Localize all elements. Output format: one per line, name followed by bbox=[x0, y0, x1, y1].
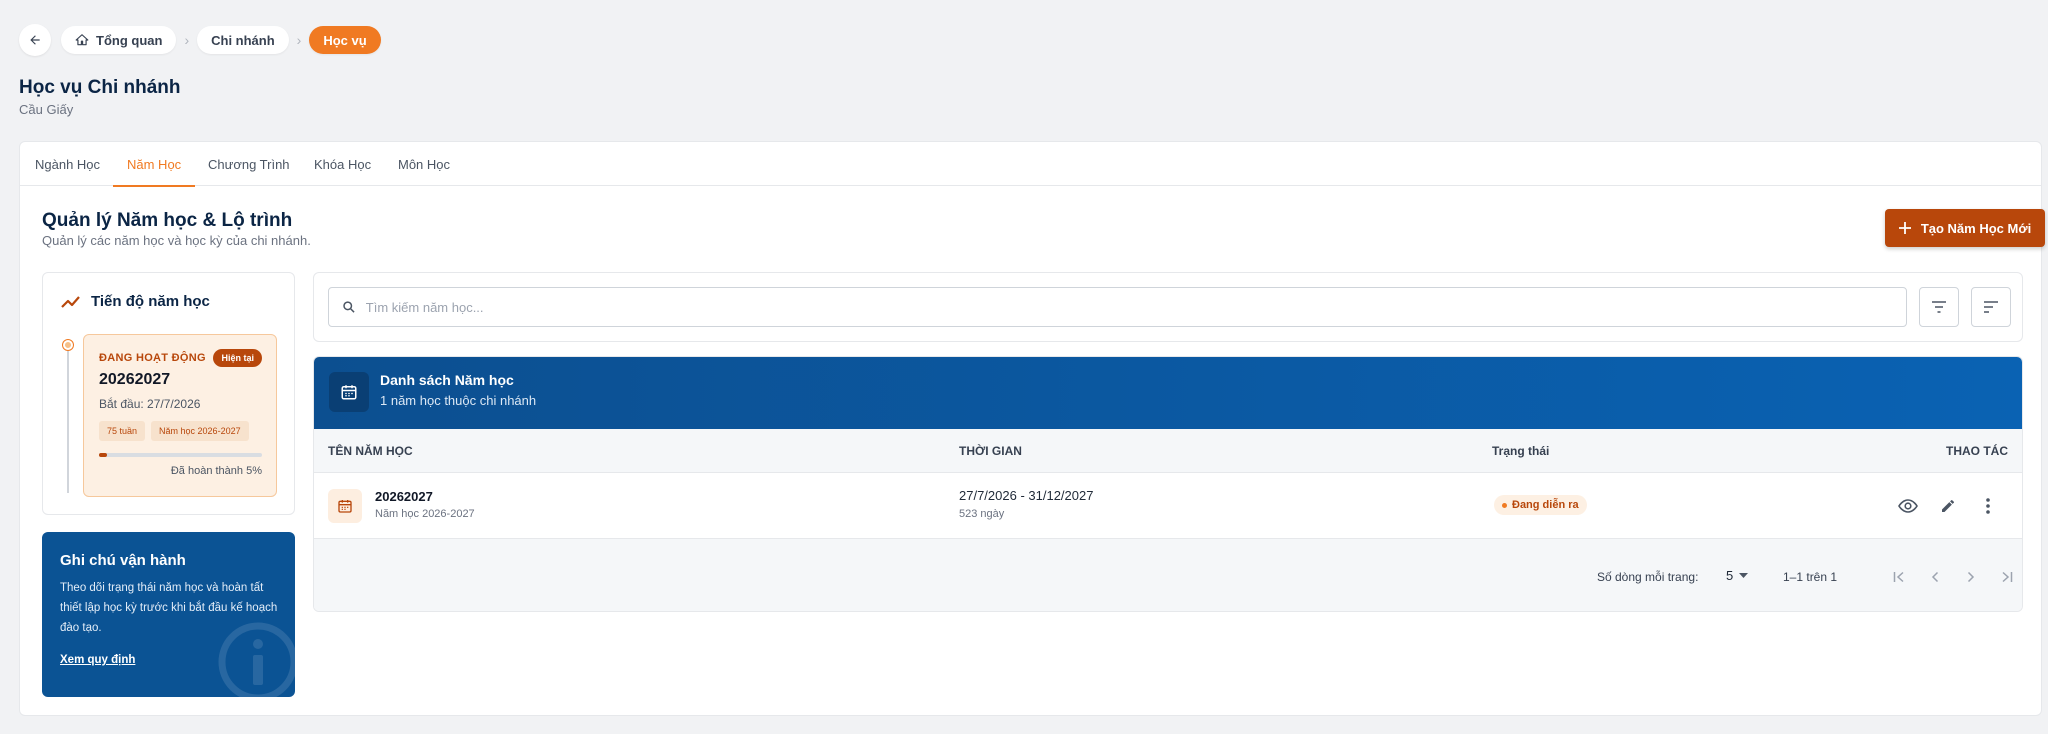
create-button-label: Tạo Năm Học Mới bbox=[1920, 220, 2032, 236]
table-pagination: Số dòng mỗi trang: 5 1–1 trên 1 bbox=[314, 539, 2022, 611]
tab-courses[interactable]: Khóa Học bbox=[314, 142, 371, 186]
page-title: Học vụ Chi nhánh bbox=[19, 77, 181, 98]
breadcrumb-label: Học vụ bbox=[323, 32, 367, 48]
home-icon bbox=[75, 34, 89, 46]
section-subtitle: Quản lý các năm học và học kỳ của chi nh… bbox=[42, 233, 311, 248]
breadcrumb-label: Tổng quan bbox=[96, 32, 163, 48]
chevron-left-icon bbox=[1931, 571, 1939, 583]
table-title: Danh sách Năm học bbox=[380, 372, 514, 388]
breadcrumb-item-branch[interactable]: Chi nhánh bbox=[197, 26, 289, 54]
trending-up-icon bbox=[61, 295, 80, 308]
sort-button[interactable] bbox=[1971, 287, 2011, 327]
tab-programs[interactable]: Chương Trình bbox=[208, 142, 290, 186]
search-box[interactable] bbox=[328, 287, 1907, 327]
breadcrumb-item-academic[interactable]: Học vụ bbox=[309, 26, 381, 54]
search-input[interactable] bbox=[365, 299, 1906, 315]
status-label: Đang diễn ra bbox=[1512, 499, 1579, 511]
calendar-icon bbox=[329, 372, 369, 412]
column-actions: THAO TÁC bbox=[1946, 444, 2008, 458]
table-column-header: TÊN NĂM HỌC THỜI GIAN Trạng thái THAO TÁ… bbox=[314, 429, 2022, 473]
tab-bar: Ngành Học Năm Học Chương Trình Khóa Học … bbox=[20, 142, 2041, 187]
tab-school-years[interactable]: Năm Học bbox=[112, 142, 196, 187]
status-badge: Đang diễn ra bbox=[1494, 495, 1587, 515]
first-page-icon bbox=[1893, 571, 1904, 583]
table-row[interactable]: 20262027 Năm học 2026-2027 27/7/2026 - 3… bbox=[314, 473, 2022, 539]
table-subtitle: 1 năm học thuộc chi nhánh bbox=[380, 393, 537, 408]
next-page-button[interactable] bbox=[1959, 565, 1983, 589]
caret-down-icon bbox=[1739, 573, 1749, 578]
search-icon bbox=[343, 301, 355, 313]
pencil-icon bbox=[1942, 499, 1954, 512]
row-days: 523 ngày bbox=[959, 508, 1005, 520]
chevron-right-icon bbox=[1967, 571, 1975, 583]
tab-subjects[interactable]: Môn Học bbox=[398, 142, 450, 186]
sort-icon bbox=[1984, 301, 1998, 313]
chevron-right-icon: › bbox=[184, 32, 190, 48]
year-status: ĐANG HOẠT ĐỘNG bbox=[99, 352, 206, 364]
year-start-date: Bắt đầu: 27/7/2026 bbox=[99, 397, 201, 411]
school-year-table: Danh sách Năm học 1 năm học thuộc chi nh… bbox=[313, 356, 2023, 612]
search-panel bbox=[313, 272, 2023, 342]
tab-majors[interactable]: Ngành Học bbox=[35, 142, 100, 186]
section-title: Quản lý Năm học & Lộ trình bbox=[42, 210, 293, 231]
breadcrumb-item-overview[interactable]: Tổng quan bbox=[61, 26, 177, 54]
status-dot bbox=[1502, 502, 1507, 508]
more-options-button[interactable] bbox=[1976, 494, 2000, 518]
column-status[interactable]: Trạng thái bbox=[1492, 444, 1549, 458]
last-page-button[interactable] bbox=[1995, 565, 2019, 589]
operation-note-panel: Ghi chú vận hành Theo dõi trạng thái năm… bbox=[42, 532, 295, 697]
school-year-chip: Năm học 2026-2027 bbox=[151, 421, 249, 441]
prev-page-button[interactable] bbox=[1923, 565, 1947, 589]
last-page-icon bbox=[2002, 571, 2013, 583]
plus-icon bbox=[1898, 222, 1911, 234]
arrow-left-icon bbox=[30, 35, 40, 45]
more-vertical-icon bbox=[1986, 498, 1990, 514]
column-name[interactable]: TÊN NĂM HỌC bbox=[328, 444, 413, 458]
progress-panel: Tiến độ năm học ĐANG HOẠT ĐỘNG Hiện tại … bbox=[42, 272, 295, 515]
create-school-year-button[interactable]: Tạo Năm Học Mới bbox=[1885, 209, 2045, 247]
timeline-line bbox=[67, 345, 69, 493]
first-page-button[interactable] bbox=[1887, 565, 1911, 589]
rows-per-page-select[interactable]: 5 bbox=[1726, 568, 1749, 583]
view-button[interactable] bbox=[1896, 494, 1920, 518]
chevron-right-icon: › bbox=[296, 32, 302, 48]
pagination-range: 1–1 trên 1 bbox=[1783, 570, 1838, 584]
main-card: Ngành Học Năm Học Chương Trình Khóa Học … bbox=[19, 141, 2045, 716]
edit-button[interactable] bbox=[1936, 494, 1960, 518]
eye-icon bbox=[1898, 499, 1918, 513]
progress-bar bbox=[99, 453, 262, 457]
rows-per-page-label: Số dòng mỗi trang: bbox=[1597, 570, 1699, 584]
breadcrumb: Tổng quan › Chi nhánh › Học vụ bbox=[19, 24, 381, 56]
current-badge: Hiện tại bbox=[213, 349, 262, 367]
year-code: 20262027 bbox=[99, 371, 171, 388]
note-title: Ghi chú vận hành bbox=[60, 552, 186, 569]
row-time-range: 27/7/2026 - 31/12/2027 bbox=[959, 488, 1094, 503]
timeline-dot bbox=[63, 340, 73, 350]
row-year-name: 20262027 bbox=[375, 489, 433, 504]
filter-button[interactable] bbox=[1919, 287, 1959, 327]
back-button[interactable] bbox=[19, 24, 51, 56]
rows-per-page-value: 5 bbox=[1726, 568, 1734, 583]
view-rules-link[interactable]: Xem quy định bbox=[60, 654, 135, 666]
calendar-icon bbox=[328, 489, 362, 523]
current-year-card[interactable]: ĐANG HOẠT ĐỘNG Hiện tại 20262027 Bắt đầu… bbox=[83, 334, 277, 497]
breadcrumb-label: Chi nhánh bbox=[211, 32, 275, 48]
row-year-label: Năm học 2026-2027 bbox=[375, 508, 475, 520]
year-chips: 75 tuần Năm học 2026-2027 bbox=[99, 421, 249, 441]
progress-header: Tiến độ năm học bbox=[61, 293, 210, 310]
weeks-chip: 75 tuần bbox=[99, 421, 146, 441]
table-banner: Danh sách Năm học 1 năm học thuộc chi nh… bbox=[314, 357, 2022, 429]
page-subtitle: Cầu Giấy bbox=[19, 102, 74, 117]
progress-done-text: Đã hoàn thành 5% bbox=[170, 465, 262, 477]
filter-icon bbox=[1932, 301, 1946, 313]
info-icon bbox=[218, 622, 295, 697]
progress-title: Tiến độ năm học bbox=[91, 293, 210, 310]
progress-bar-fill bbox=[99, 453, 108, 457]
column-time[interactable]: THỜI GIAN bbox=[959, 444, 1022, 458]
